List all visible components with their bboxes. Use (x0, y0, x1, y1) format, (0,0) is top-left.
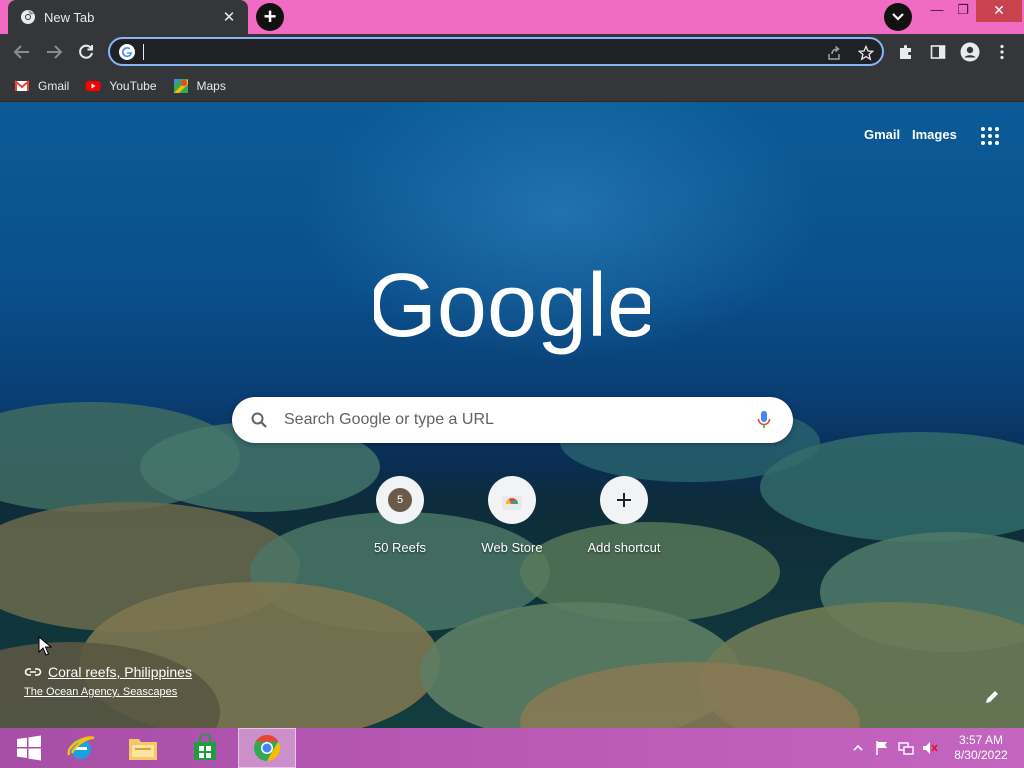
taskbar-internet-explorer[interactable] (52, 728, 110, 768)
back-button[interactable] (10, 40, 34, 64)
google-apps-icon[interactable] (978, 124, 1002, 148)
clock-time: 3:57 AM (958, 733, 1004, 747)
side-panel-button[interactable] (926, 40, 950, 64)
tray-overflow-icon[interactable] (850, 740, 866, 756)
taskbar-store[interactable] (176, 728, 234, 768)
toolbar (0, 34, 1024, 70)
shortcut-label: Web Store (481, 540, 543, 555)
attribution-title: Coral reefs, Philippines (48, 664, 192, 680)
text-caret (143, 44, 144, 60)
google-logo-text: Google (374, 256, 650, 356)
arrow-right-icon (47, 45, 63, 59)
pencil-icon[interactable] (982, 687, 1002, 707)
puzzle-icon (900, 45, 911, 59)
tab-search-button[interactable] (884, 3, 912, 31)
bookmark-label: Maps (196, 78, 226, 93)
bookmark-label: Gmail (38, 78, 70, 93)
attribution-title-link[interactable]: Coral reefs, Philippines (24, 664, 192, 680)
shortcut-icon (600, 476, 648, 524)
new-tab-button[interactable]: + (256, 3, 284, 31)
taskbar-clock[interactable]: 3:57 AM 8/30/2022 (946, 733, 1016, 763)
gmail-icon (14, 79, 30, 91)
search-icon (251, 412, 267, 428)
start-button[interactable] (0, 728, 58, 768)
chrome-icon (254, 734, 281, 762)
search-placeholder: Search Google or type a URL (284, 411, 494, 428)
volume-muted-icon[interactable] (922, 740, 938, 756)
bookmark-youtube[interactable]: YouTube (85, 78, 157, 94)
close-window-button[interactable]: ✕ (976, 0, 1022, 22)
google-logo: Google (374, 256, 650, 356)
new-tab-page: Gmail Images Google Search Google or typ… (0, 102, 1024, 728)
shortcut-icon (488, 476, 536, 524)
shortcut-web-store[interactable]: Web Store (456, 476, 568, 555)
side-panel-icon (930, 45, 946, 59)
plus-icon (617, 493, 631, 507)
tab-title: New Tab (44, 9, 95, 25)
shortcut-label: Add shortcut (587, 540, 661, 555)
microphone-icon[interactable] (754, 409, 774, 431)
link-icon (24, 668, 42, 676)
chrome-icon (21, 10, 35, 24)
background-attribution: Coral reefs, Philippines The Ocean Agenc… (24, 664, 192, 698)
address-input[interactable] (142, 42, 812, 62)
shortcut-50-reefs[interactable]: 5 50 Reefs (344, 476, 456, 555)
address-bar[interactable] (108, 37, 884, 66)
restore-button[interactable]: ❐ (948, 0, 978, 22)
forward-button[interactable] (42, 40, 66, 64)
reefs-badge: 5 (388, 488, 412, 512)
shortcut-icon: 5 (376, 476, 424, 524)
tab-new-tab[interactable]: New Tab ✕ (8, 0, 248, 34)
web-store-icon (502, 496, 522, 510)
google-g-icon (119, 44, 135, 60)
bookmark-gmail[interactable]: Gmail (14, 78, 69, 94)
title-bar: New Tab ✕ + — ❐ ✕ (0, 0, 1024, 34)
action-center-flag-icon[interactable] (874, 740, 890, 756)
mouse-cursor-icon (38, 636, 52, 656)
menu-button[interactable] (990, 40, 1014, 64)
shortcut-label: 50 Reefs (373, 540, 427, 555)
kebab-menu-icon (1000, 44, 1004, 60)
share-icon[interactable] (824, 43, 844, 63)
bookmark-maps[interactable]: Maps (173, 78, 226, 94)
taskbar: 3:57 AM 8/30/2022 (0, 728, 1024, 768)
taskbar-file-explorer[interactable] (114, 728, 172, 768)
gmail-link[interactable]: Gmail (864, 127, 900, 142)
reload-icon (79, 44, 93, 59)
chevron-down-icon (892, 13, 904, 21)
bookmark-star-icon[interactable] (856, 43, 876, 63)
folder-icon (129, 739, 157, 760)
arrow-left-icon (13, 45, 29, 59)
maps-icon (173, 78, 188, 93)
avatar-icon (960, 42, 980, 62)
bookmarks-bar: Gmail YouTube Maps (0, 70, 1024, 102)
attribution-subtitle[interactable]: The Ocean Agency, Seascapes (24, 686, 192, 698)
shortcut-add[interactable]: Add shortcut (568, 476, 680, 555)
taskbar-chrome[interactable] (238, 728, 296, 768)
extensions-button[interactable] (894, 40, 918, 64)
youtube-icon (85, 80, 101, 91)
network-icon[interactable] (898, 740, 914, 756)
windows-logo-icon (17, 735, 41, 761)
images-link[interactable]: Images (912, 127, 957, 142)
store-bag-icon (194, 734, 216, 760)
clock-date: 8/30/2022 (954, 748, 1008, 762)
reload-button[interactable] (74, 40, 98, 64)
tab-close-icon[interactable]: ✕ (220, 8, 238, 26)
internet-explorer-icon (67, 736, 95, 759)
profile-button[interactable] (958, 40, 982, 64)
search-box[interactable]: Search Google or type a URL (232, 397, 793, 443)
bookmark-label: YouTube (109, 78, 157, 93)
